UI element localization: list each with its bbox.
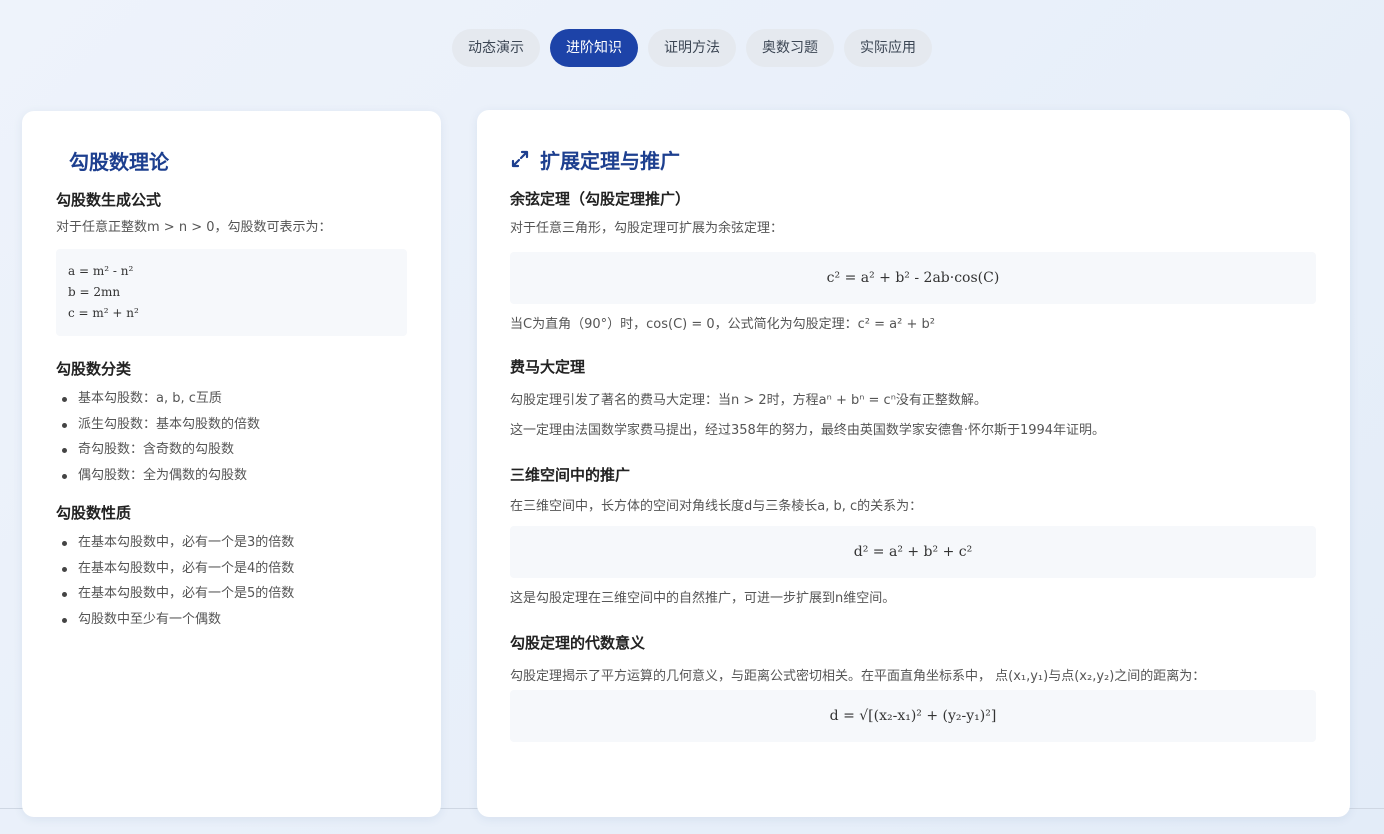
formula-box: d² = a² + b² + c² (510, 526, 1316, 578)
list-item: 派生勾股数：基本勾股数的倍数 (56, 412, 407, 438)
tab-advanced-knowledge[interactable]: 进阶知识 (550, 29, 638, 67)
tab-applications[interactable]: 实际应用 (844, 29, 932, 67)
section-text: 对于任意三角形，勾股定理可扩展为余弦定理： (510, 221, 784, 236)
section-text: 当C为直角（90°）时，cos(C) = 0，公式简化为勾股定理：c² = a²… (510, 317, 935, 332)
card-title-text: 扩展定理与推广 (540, 148, 680, 173)
section-heading: 三维空间中的推广 (510, 466, 631, 484)
property-list: 在基本勾股数中，必有一个是3的倍数 在基本勾股数中，必有一个是4的倍数 在基本勾… (56, 530, 407, 632)
tab-olympiad-problems[interactable]: 奥数习题 (746, 29, 834, 67)
list-item: 在基本勾股数中，必有一个是3的倍数 (56, 530, 407, 556)
formula-line: b = 2mn (68, 285, 121, 299)
section-text: 对于任意正整数m > n > 0，勾股数可表示为： (56, 220, 332, 235)
section-heading: 勾股数性质 (56, 504, 132, 522)
formula-box: c² = a² + b² - 2ab·cos(C) (510, 252, 1316, 304)
section-heading: 费马大定理 (510, 358, 586, 376)
section-text: 勾股定理揭示了平方运算的几何意义，与距离公式密切相关。在平面直角坐标系中， 点(… (510, 669, 1206, 684)
list-item: 偶勾股数：全为偶数的勾股数 (56, 463, 407, 489)
extended-theorems-card: 扩展定理与推广 余弦定理（勾股定理推广） 对于任意三角形，勾股定理可扩展为余弦定… (477, 110, 1350, 817)
formula-line: c = m² + n² (68, 306, 139, 320)
list-item: 在基本勾股数中，必有一个是5的倍数 (56, 581, 407, 607)
section-text: 在三维空间中，长方体的空间对角线长度d与三条棱长a, b, c的关系为： (510, 499, 923, 514)
section-text: 这是勾股定理在三维空间中的自然推广，可进一步扩展到n维空间。 (510, 591, 896, 606)
card-title: 扩展定理与推广 (510, 144, 1316, 174)
pythagorean-number-card: 勾股数理论 勾股数生成公式 对于任意正整数m > n > 0，勾股数可表示为： … (22, 111, 441, 817)
expand-arrows-icon (511, 150, 529, 168)
list-item: 在基本勾股数中，必有一个是4的倍数 (56, 556, 407, 582)
tab-proof-methods[interactable]: 证明方法 (648, 29, 736, 67)
list-item: 基本勾股数：a, b, c互质 (56, 386, 407, 412)
section-heading: 勾股数生成公式 (56, 191, 162, 209)
list-item: 奇勾股数：含奇数的勾股数 (56, 437, 407, 463)
section-heading: 勾股数分类 (56, 360, 132, 378)
formula-line: a = m² - n² (68, 264, 134, 278)
section-heading: 勾股定理的代数意义 (510, 634, 646, 652)
section-text: 勾股定理引发了著名的费马大定理：当n > 2时，方程aⁿ + bⁿ = cⁿ没有… (510, 393, 987, 408)
tab-bar: 动态演示 进阶知识 证明方法 奥数习题 实际应用 (0, 29, 1384, 67)
formula-box: d = √[(x₂-x₁)² + (y₂-y₁)²] (510, 690, 1316, 742)
section-text: 这一定理由法国数学家费马提出，经过358年的努力，最终由英国数学家安德鲁·怀尔斯… (510, 423, 1106, 438)
section-heading: 余弦定理（勾股定理推广） (510, 190, 691, 208)
classification-list: 基本勾股数：a, b, c互质 派生勾股数：基本勾股数的倍数 奇勾股数：含奇数的… (56, 386, 407, 488)
formula-code-block: a = m² - n² b = 2mn c = m² + n² (56, 249, 407, 336)
card-title: 勾股数理论 (56, 145, 407, 175)
list-item: 勾股数中至少有一个偶数 (56, 607, 407, 633)
card-title-text: 勾股数理论 (69, 149, 169, 174)
tab-dynamic-demo[interactable]: 动态演示 (452, 29, 540, 67)
